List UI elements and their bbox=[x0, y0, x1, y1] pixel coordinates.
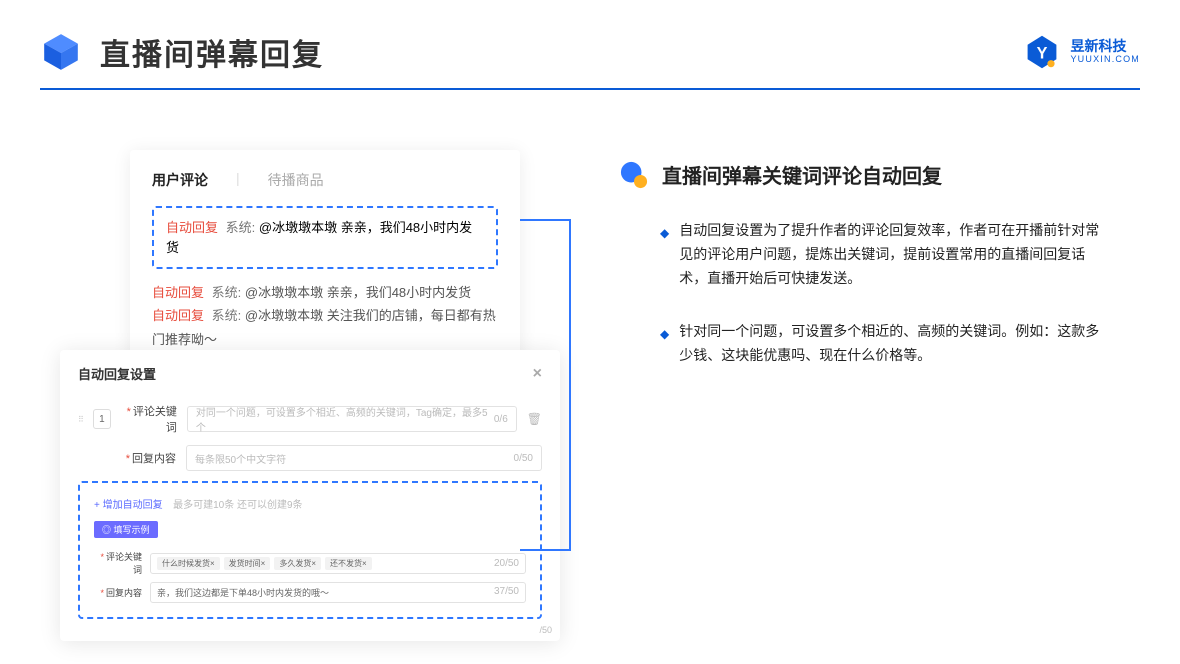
cube-icon bbox=[40, 31, 82, 73]
content-input[interactable]: 每条限50个中文字符 0/50 bbox=[186, 445, 542, 471]
chip[interactable]: 发货时间× bbox=[224, 557, 271, 570]
header-left: 直播间弹幕回复 bbox=[40, 30, 324, 74]
index-box: 1 bbox=[93, 409, 111, 429]
settings-modal: 自动回复设置 × ⠿ 1 *评论关键词 对同一个问题，可设置多个相近、高频的关键… bbox=[60, 350, 560, 641]
mockups: 用户评论 | 待播商品 自动回复 系统: @冰墩墩本墩 亲亲，我们48小时内发货… bbox=[60, 120, 560, 620]
modal-title: 自动回复设置 bbox=[78, 364, 156, 383]
counter: 0/50 bbox=[514, 453, 533, 464]
brand-cn: 昱新科技 bbox=[1070, 39, 1140, 54]
comment-text: @冰墩墩本墩 亲亲，我们48小时内发货 bbox=[245, 285, 471, 300]
form-row-2: *回复内容 每条限50个中文字符 0/50 bbox=[78, 445, 542, 471]
chip[interactable]: 多久发货× bbox=[274, 557, 321, 570]
page-title: 直播间弹幕回复 bbox=[100, 30, 324, 74]
tab-user-comments[interactable]: 用户评论 bbox=[152, 170, 208, 190]
auto-reply-tag: 自动回复 bbox=[152, 308, 204, 323]
modal-header: 自动回复设置 × bbox=[78, 364, 542, 393]
close-icon[interactable]: × bbox=[533, 365, 542, 383]
counter: 0/6 bbox=[494, 414, 508, 425]
header: 直播间弹幕回复 Y 昱新科技 YUUXIN.COM bbox=[0, 0, 1180, 74]
keyword-label: *评论关键词 bbox=[121, 403, 177, 435]
add-auto-reply-link[interactable]: + 增加自动回复 bbox=[94, 500, 163, 511]
ex-content-text: 亲，我们这边都是下单48小时内发货的哦～ bbox=[157, 586, 329, 599]
tab-divider: | bbox=[236, 170, 240, 190]
brand: Y 昱新科技 YUUXIN.COM bbox=[1024, 34, 1140, 70]
chat-bubble-icon bbox=[620, 161, 648, 189]
right-panel: 直播间弹幕关键词评论自动回复 ◆ 自动回复设置为了提升作者的评论回复效率，作者可… bbox=[620, 120, 1120, 620]
auto-reply-tag: 自动回复 bbox=[166, 220, 218, 235]
brand-logo-icon: Y bbox=[1024, 34, 1060, 70]
ex-content-label: *回复内容 bbox=[94, 586, 142, 599]
bullet-text: 自动回复设置为了提升作者的评论回复效率，作者可在开播前针对常见的评论用户问题，提… bbox=[679, 219, 1109, 290]
comments-card: 用户评论 | 待播商品 自动回复 系统: @冰墩墩本墩 亲亲，我们48小时内发货… bbox=[130, 150, 520, 375]
system-label: 系统: bbox=[226, 220, 256, 235]
counter: 37/50 bbox=[494, 586, 519, 599]
chip[interactable]: 什么时候发货× bbox=[157, 557, 220, 570]
auto-reply-tag: 自动回复 bbox=[152, 285, 204, 300]
scroll-counter: /50 bbox=[539, 625, 552, 635]
brand-text: 昱新科技 YUUXIN.COM bbox=[1070, 39, 1140, 64]
diamond-icon: ◆ bbox=[660, 223, 669, 290]
delete-icon[interactable]: 🗑 bbox=[527, 412, 542, 426]
example-row-2: *回复内容 亲，我们这边都是下单48小时内发货的哦～ 37/50 bbox=[94, 582, 526, 603]
chip[interactable]: 还不发货× bbox=[325, 557, 372, 570]
input-placeholder: 每条限50个中文字符 bbox=[195, 451, 286, 466]
comment-line-3: 自动回复 系统: @冰墩墩本墩 关注我们的店铺，每日都有热门推荐呦～ bbox=[152, 304, 498, 351]
brand-en: YUUXIN.COM bbox=[1070, 55, 1140, 65]
example-tag: ◎ 填写示例 bbox=[94, 521, 158, 538]
comment-line-2: 自动回复 系统: @冰墩墩本墩 亲亲，我们48小时内发货 bbox=[152, 281, 498, 304]
bullet-2: ◆ 针对同一个问题，可设置多个相近的、高频的关键词。例如：这款多少钱、这块能优惠… bbox=[620, 320, 1120, 368]
keyword-input[interactable]: 对同一个问题，可设置多个相近、高频的关键词，Tag确定，最多5个 0/6 bbox=[187, 406, 517, 432]
ex-content-input[interactable]: 亲，我们这边都是下单48小时内发货的哦～ 37/50 bbox=[150, 582, 526, 603]
drag-handle-icon[interactable]: ⠿ bbox=[78, 415, 83, 424]
section-header: 直播间弹幕关键词评论自动回复 bbox=[620, 160, 1120, 189]
bullet-text: 针对同一个问题，可设置多个相近的、高频的关键词。例如：这款多少钱、这块能优惠吗、… bbox=[679, 320, 1109, 368]
form-row-1: ⠿ 1 *评论关键词 对同一个问题，可设置多个相近、高频的关键词，Tag确定，最… bbox=[78, 403, 542, 435]
add-hint: 最多可建10条 还可以创建9条 bbox=[173, 500, 302, 511]
chip-input[interactable]: 什么时候发货× 发货时间× 多久发货× 还不发货× 20/50 bbox=[150, 553, 526, 574]
content-label: *回复内容 bbox=[120, 450, 176, 466]
bullet-1: ◆ 自动回复设置为了提升作者的评论回复效率，作者可在开播前针对常见的评论用户问题… bbox=[620, 219, 1120, 290]
content: 用户评论 | 待播商品 自动回复 系统: @冰墩墩本墩 亲亲，我们48小时内发货… bbox=[0, 90, 1180, 620]
highlighted-comment: 自动回复 系统: @冰墩墩本墩 亲亲，我们48小时内发货 bbox=[152, 206, 498, 269]
system-label: 系统: bbox=[212, 308, 242, 323]
example-block: + 增加自动回复 最多可建10条 还可以创建9条 ◎ 填写示例 *评论关键词 什… bbox=[78, 481, 542, 619]
input-placeholder: 对同一个问题，可设置多个相近、高频的关键词，Tag确定，最多5个 bbox=[196, 404, 494, 434]
system-label: 系统: bbox=[212, 285, 242, 300]
tabs: 用户评论 | 待播商品 bbox=[152, 170, 498, 190]
section-title: 直播间弹幕关键词评论自动回复 bbox=[662, 160, 942, 189]
svg-text:Y: Y bbox=[1037, 44, 1048, 62]
counter: 20/50 bbox=[494, 558, 519, 569]
example-row-1: *评论关键词 什么时候发货× 发货时间× 多久发货× 还不发货× 20/50 bbox=[94, 550, 526, 576]
ex-keyword-label: *评论关键词 bbox=[94, 550, 142, 576]
diamond-icon: ◆ bbox=[660, 324, 669, 368]
tab-pending-products[interactable]: 待播商品 bbox=[268, 170, 324, 190]
